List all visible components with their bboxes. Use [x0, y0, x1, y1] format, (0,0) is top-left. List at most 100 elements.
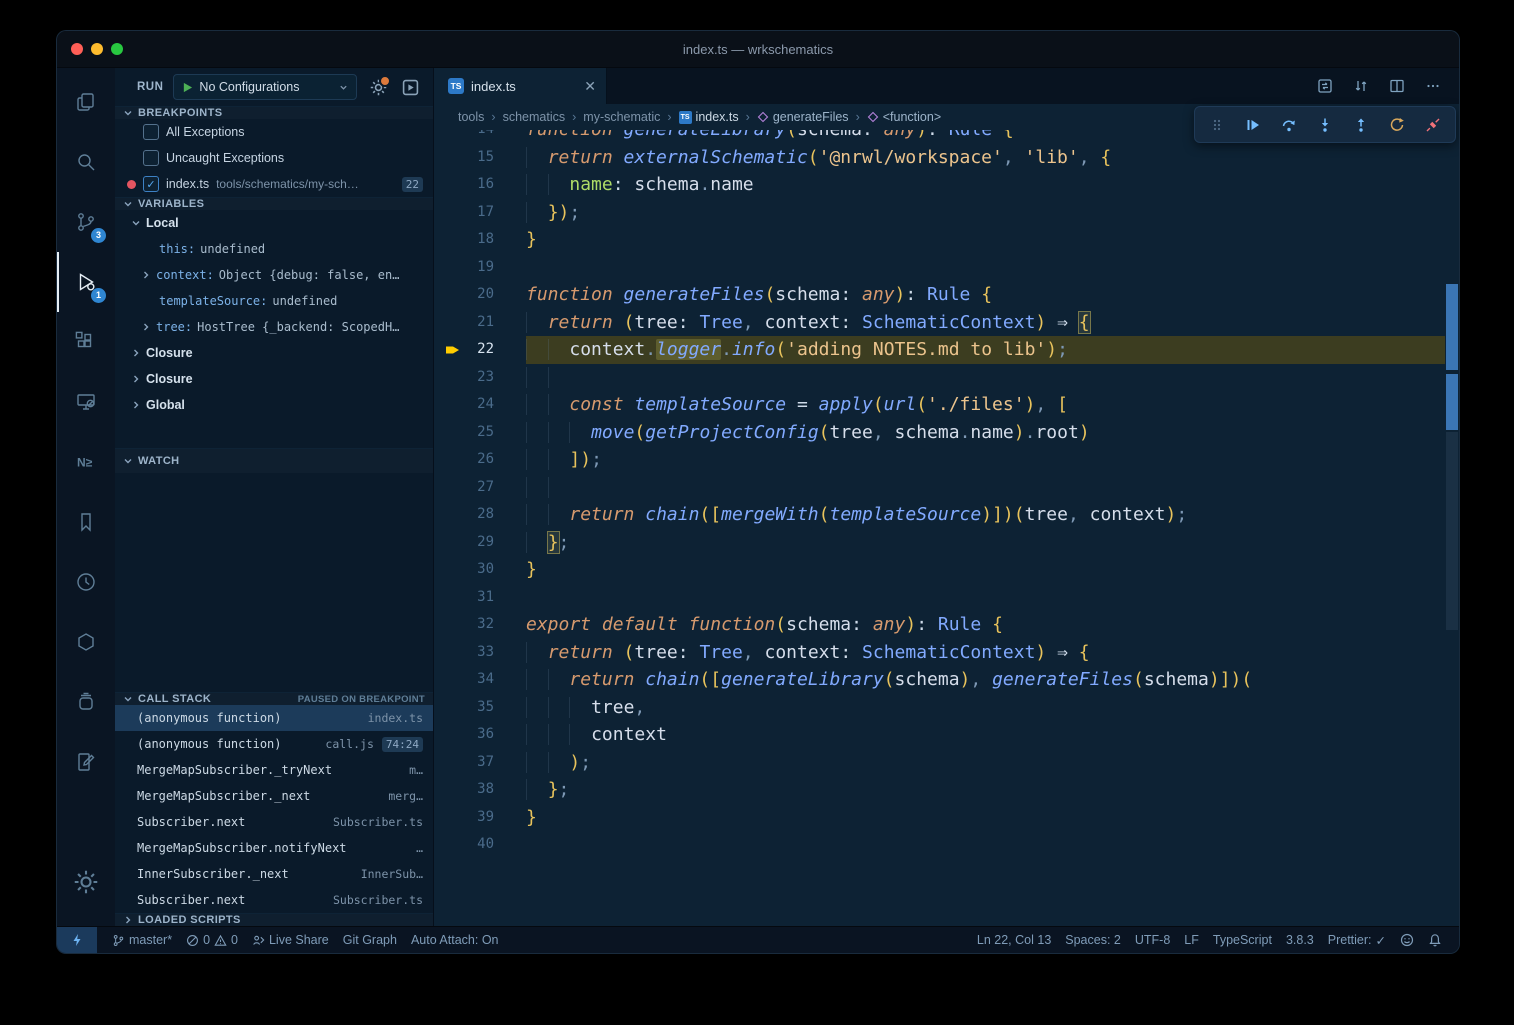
code-line[interactable]: 40: [434, 831, 1445, 859]
variable-row[interactable]: context:Object {debug: false, en…: [115, 262, 433, 288]
breakpoint-row[interactable]: ✓index.tstools/schematics/my-sch…22: [115, 171, 433, 197]
close-window-button[interactable]: [71, 43, 83, 55]
overview-ruler[interactable]: [1445, 130, 1459, 926]
scrollbar-thumb[interactable]: [1446, 432, 1458, 630]
split-editor-icon[interactable]: [1389, 78, 1405, 94]
code-line[interactable]: 29 };: [434, 529, 1445, 557]
code-line[interactable]: 33 return (tree: Tree, context: Schemati…: [434, 639, 1445, 667]
code-line[interactable]: 34 return chain([generateLibrary(schema)…: [434, 666, 1445, 694]
line-content[interactable]: [526, 584, 1445, 612]
line-gutter[interactable]: 35: [434, 694, 526, 722]
close-tab-icon[interactable]: ✕: [584, 79, 596, 93]
line-gutter[interactable]: 17: [434, 199, 526, 227]
call-stack-frame[interactable]: (anonymous function)index.ts: [115, 705, 433, 731]
line-content[interactable]: }: [526, 556, 1445, 584]
checkbox[interactable]: ✓: [143, 176, 159, 192]
cursor-position-status[interactable]: Ln 22, Col 13: [970, 927, 1058, 953]
line-number[interactable]: 34: [434, 666, 526, 694]
code-line[interactable]: 20function generateFiles(schema: any): R…: [434, 281, 1445, 309]
tab-index-ts[interactable]: TS index.ts ✕: [434, 68, 607, 104]
notifications-button[interactable]: [1421, 927, 1449, 953]
restart-button[interactable]: [1384, 112, 1410, 138]
sidebar-item-bookmarks[interactable]: [57, 492, 115, 552]
line-content[interactable]: };: [526, 529, 1445, 557]
line-gutter[interactable]: 27: [434, 474, 526, 502]
encoding-status[interactable]: UTF-8: [1128, 927, 1177, 953]
code-line[interactable]: 38 };: [434, 776, 1445, 804]
line-gutter[interactable]: 15: [434, 144, 526, 172]
variable-scope-row[interactable]: Closure: [115, 366, 433, 392]
toolbar-gripper[interactable]: [1204, 112, 1230, 138]
line-gutter[interactable]: 32: [434, 611, 526, 639]
line-gutter[interactable]: 23: [434, 364, 526, 392]
line-gutter[interactable]: 33: [434, 639, 526, 667]
line-content[interactable]: move(getProjectConfig(tree, schema.name)…: [526, 419, 1445, 447]
code-line[interactable]: 15 return externalSchematic('@nrwl/works…: [434, 144, 1445, 172]
line-gutter[interactable]: 14: [434, 130, 526, 144]
line-content[interactable]: tree,: [526, 694, 1445, 722]
debug-settings-button[interactable]: [367, 76, 389, 98]
line-content[interactable]: return chain([mergeWith(templateSource)]…: [526, 501, 1445, 529]
code-line[interactable]: 35 tree,: [434, 694, 1445, 722]
code-line[interactable]: 32export default function(schema: any): …: [434, 611, 1445, 639]
git-graph-status[interactable]: Git Graph: [336, 927, 404, 953]
line-content[interactable]: ]);: [526, 446, 1445, 474]
step-over-button[interactable]: [1276, 112, 1302, 138]
line-number[interactable]: 23: [434, 364, 526, 392]
code-line[interactable]: 23: [434, 364, 1445, 392]
language-mode-status[interactable]: TypeScript: [1206, 927, 1279, 953]
sidebar-item-source-control[interactable]: 3: [57, 192, 115, 252]
call-stack-frame[interactable]: Subscriber.nextSubscriber.ts: [115, 887, 433, 913]
line-gutter[interactable]: 21: [434, 309, 526, 337]
variable-row[interactable]: templateSource:undefined: [115, 288, 433, 314]
breadcrumb-item[interactable]: <function>: [867, 110, 941, 124]
line-number[interactable]: 19: [434, 254, 526, 282]
line-gutter[interactable]: 28: [434, 501, 526, 529]
variable-scope-row[interactable]: Closure: [115, 340, 433, 366]
line-number[interactable]: 38: [434, 776, 526, 804]
sidebar-item-run-debug[interactable]: 1: [57, 252, 115, 312]
line-number[interactable]: 33: [434, 639, 526, 667]
line-number[interactable]: 24: [434, 391, 526, 419]
code-editor[interactable]: 14function generateLibrary(schema: any):…: [434, 130, 1459, 926]
line-number[interactable]: 21: [434, 309, 526, 337]
line-gutter[interactable]: 40: [434, 831, 526, 859]
line-number[interactable]: 26: [434, 446, 526, 474]
line-content[interactable]: [526, 254, 1445, 282]
continue-button[interactable]: [1240, 112, 1266, 138]
maximize-window-button[interactable]: [111, 43, 123, 55]
code-line[interactable]: 39}: [434, 804, 1445, 832]
line-number[interactable]: 20: [434, 281, 526, 309]
line-gutter[interactable]: 24: [434, 391, 526, 419]
line-gutter[interactable]: 34: [434, 666, 526, 694]
line-gutter[interactable]: 25: [434, 419, 526, 447]
code-line[interactable]: 18}: [434, 226, 1445, 254]
breadcrumb-item[interactable]: schematics: [503, 110, 566, 124]
line-content[interactable]: name: schema.name: [526, 171, 1445, 199]
line-content[interactable]: });: [526, 199, 1445, 227]
variables-header[interactable]: VARIABLES: [115, 197, 433, 210]
line-number[interactable]: 39: [434, 804, 526, 832]
variable-scope-row[interactable]: Global: [115, 392, 433, 418]
code-line[interactable]: 22 context.logger.info('adding NOTES.md …: [434, 336, 1445, 364]
breadcrumb-item[interactable]: tools: [458, 110, 484, 124]
auto-attach-status[interactable]: Auto Attach: On: [404, 927, 506, 953]
more-actions-icon[interactable]: [1425, 78, 1441, 94]
line-content[interactable]: context.logger.info('adding NOTES.md to …: [526, 336, 1445, 364]
step-out-button[interactable]: [1348, 112, 1374, 138]
line-content[interactable]: return externalSchematic('@nrwl/workspac…: [526, 144, 1445, 172]
eol-status[interactable]: LF: [1177, 927, 1206, 953]
variable-scope-row[interactable]: Local: [115, 210, 433, 236]
manage-button[interactable]: [57, 852, 115, 926]
sidebar-item-extensions[interactable]: [57, 312, 115, 372]
line-gutter[interactable]: 36: [434, 721, 526, 749]
prettier-status[interactable]: Prettier:✓: [1321, 927, 1393, 953]
sidebar-item-nx-console[interactable]: N≥: [57, 432, 115, 492]
code-line[interactable]: 30}: [434, 556, 1445, 584]
line-number[interactable]: 30: [434, 556, 526, 584]
checkbox[interactable]: [143, 124, 159, 140]
call-stack-frame[interactable]: InnerSubscriber._nextInnerSub…: [115, 861, 433, 887]
sidebar-item-search[interactable]: [57, 132, 115, 192]
call-stack-frame[interactable]: (anonymous function)call.js74:24: [115, 731, 433, 757]
code-line[interactable]: 25 move(getProjectConfig(tree, schema.na…: [434, 419, 1445, 447]
